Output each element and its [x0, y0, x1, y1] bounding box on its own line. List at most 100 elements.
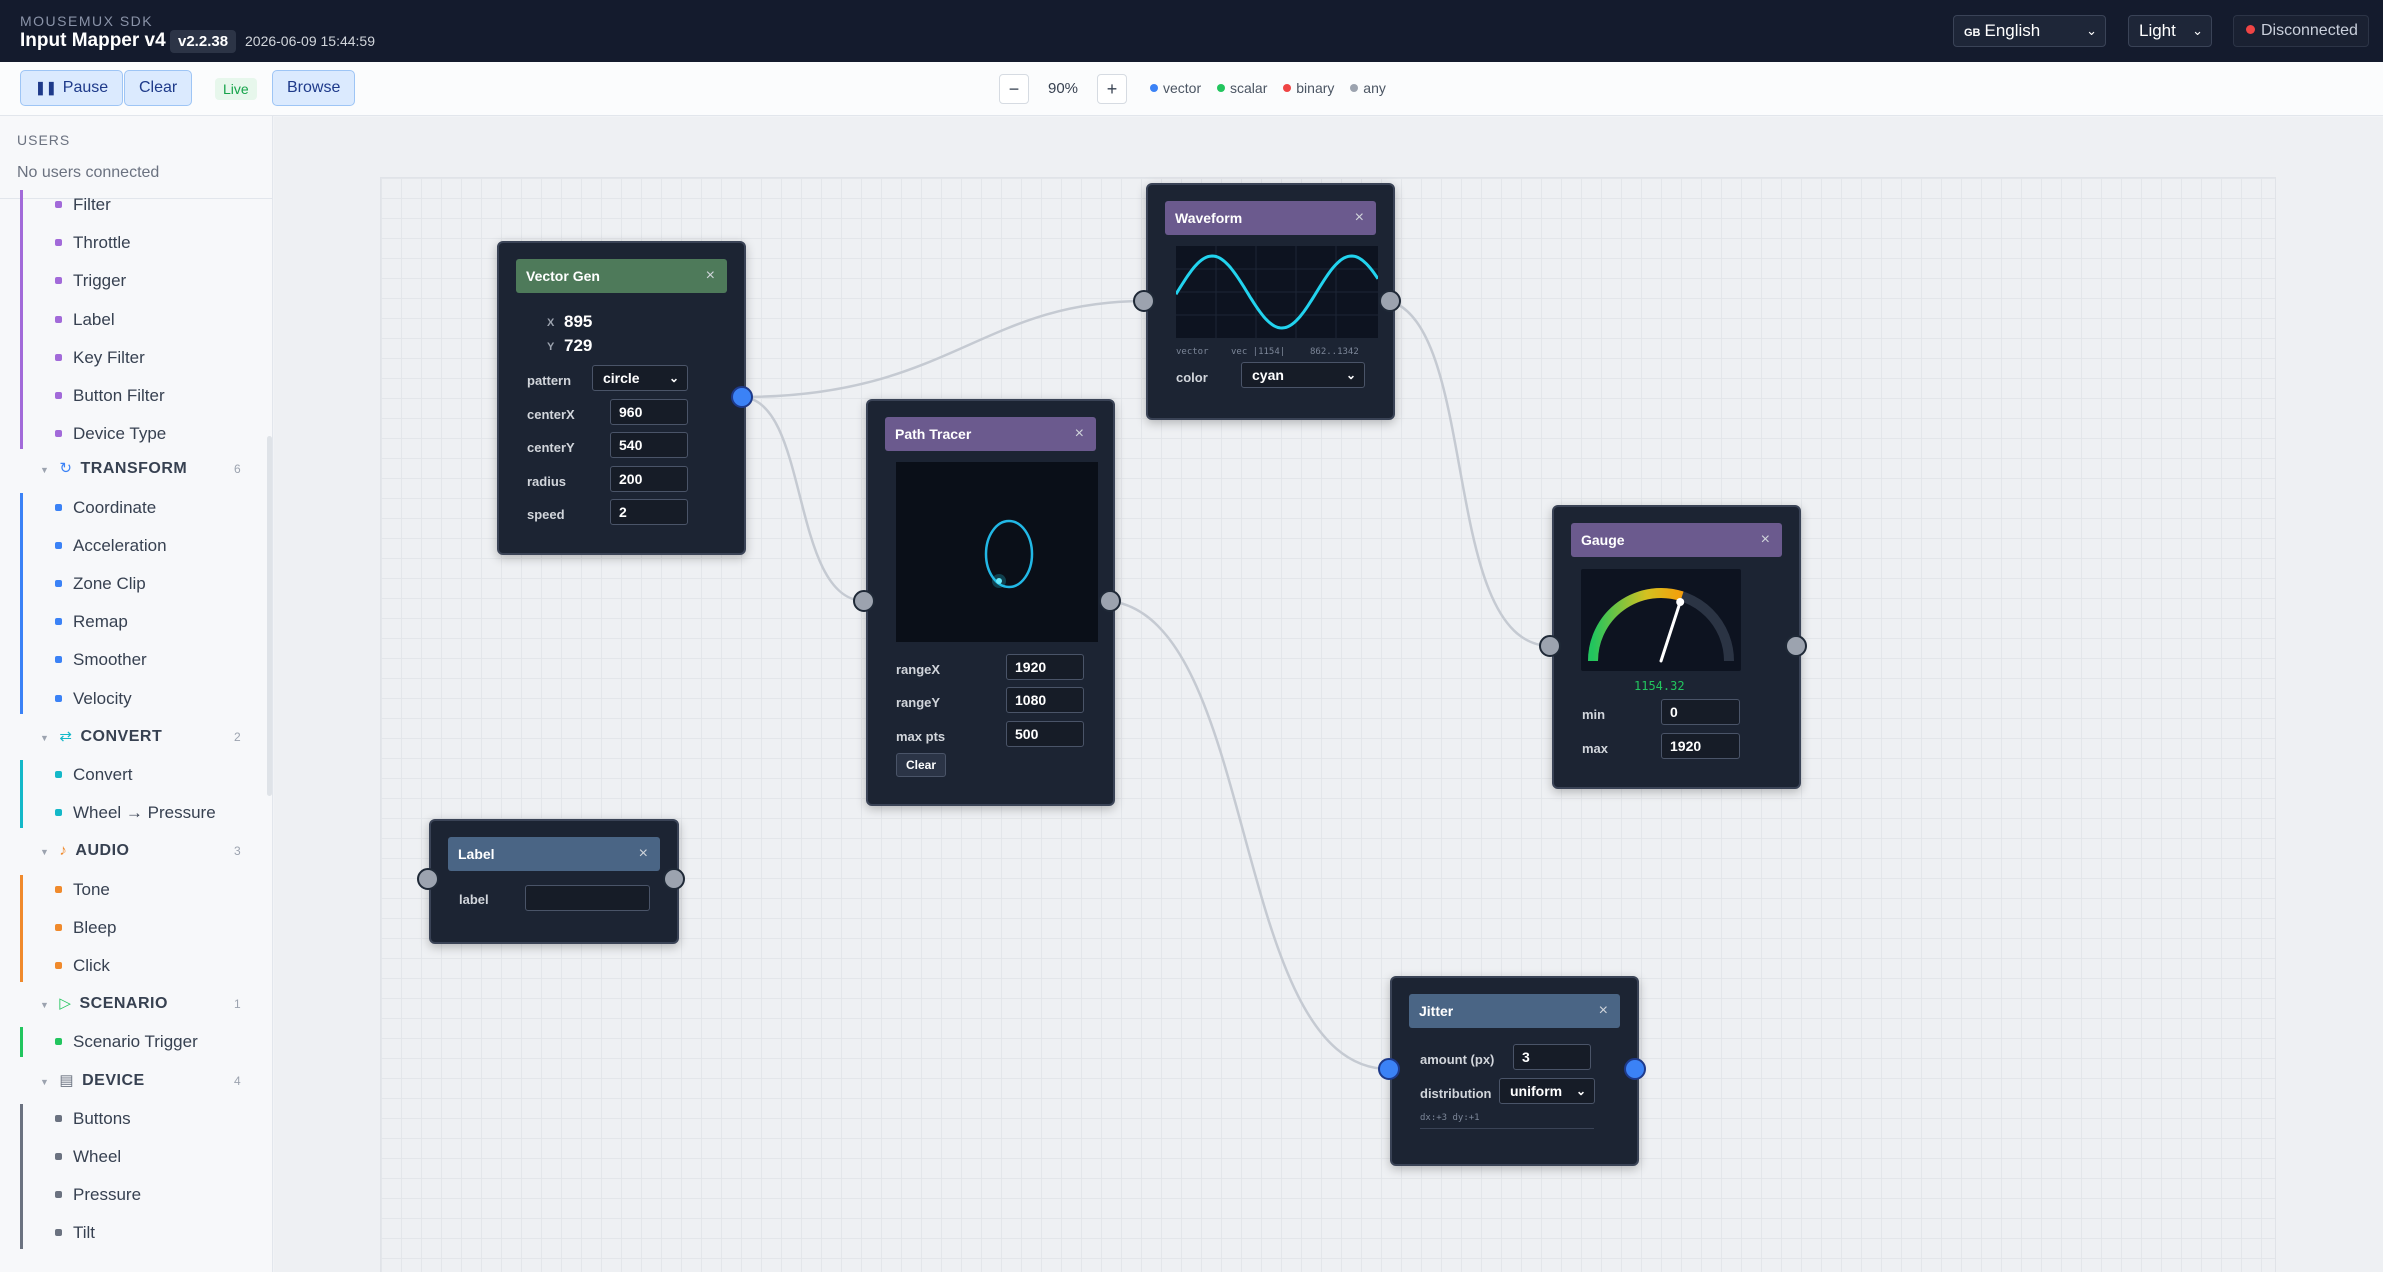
palette-item[interactable]: Trigger	[55, 266, 126, 296]
node-gauge[interactable]: Gauge × 1154.32 min 0 max 1920	[1552, 505, 1801, 789]
node-header[interactable]: Label ×	[448, 837, 660, 871]
label-input-port[interactable]	[417, 868, 439, 890]
category-header-transform[interactable]: ▼ ↻ TRANSFORM	[40, 454, 187, 484]
waveform-input-port[interactable]	[1133, 290, 1155, 312]
rangex-input[interactable]: 1920	[1006, 654, 1084, 680]
radius-label: radius	[527, 474, 567, 489]
gauge-output-port[interactable]	[1785, 635, 1807, 657]
close-icon[interactable]: ×	[706, 259, 715, 293]
category-header-scenario[interactable]: ▼ ▷ SCENARIO	[40, 989, 168, 1019]
palette-item-label: Tone	[73, 880, 110, 899]
node-label[interactable]: Label × label	[429, 819, 679, 944]
palette-item[interactable]: Wheel → Pressure	[55, 798, 216, 828]
browse-button[interactable]: Browse	[272, 70, 356, 106]
jitter-output-port[interactable]	[1624, 1058, 1646, 1080]
zoom-out-button[interactable]: −	[999, 74, 1029, 104]
color-select[interactable]: cyan ⌄	[1241, 362, 1365, 388]
node-jitter[interactable]: Jitter × amount (px) 3 distribution unif…	[1390, 976, 1639, 1166]
node-header[interactable]: Jitter ×	[1409, 994, 1620, 1028]
amount-label: amount (px)	[1420, 1052, 1495, 1067]
palette-item[interactable]: Wheel	[55, 1142, 121, 1172]
palette-item[interactable]: Tilt	[55, 1218, 95, 1248]
palette-item[interactable]: Remap	[55, 607, 128, 637]
waveform-output-port[interactable]	[1379, 290, 1401, 312]
dot-icon	[1217, 84, 1226, 92]
pattern-select[interactable]: circle ⌄	[592, 365, 688, 391]
brand-subtitle: MOUSEMUX SDK	[20, 13, 154, 29]
category-header-audio[interactable]: ▼ ♪ AUDIO	[40, 836, 129, 866]
chevron-down-icon: ⌄	[1575, 1084, 1586, 1098]
palette-item[interactable]: Throttle	[55, 228, 131, 258]
centery-input[interactable]: 540	[610, 432, 688, 458]
node-path-tracer[interactable]: Path Tracer × rangeX 1920 rangeY 1080 ma…	[866, 399, 1115, 806]
timestamp: 2026-06-09 15:44:59	[245, 33, 375, 49]
palette-item[interactable]: Button Filter	[55, 381, 165, 411]
chevron-down-icon: ⌄	[668, 371, 679, 385]
palette-item[interactable]: Coordinate	[55, 493, 156, 523]
pathtracer-output-port[interactable]	[1099, 590, 1121, 612]
palette-item[interactable]: Buttons	[55, 1104, 131, 1134]
vectorgen-output-port[interactable]	[731, 386, 753, 408]
centerx-input[interactable]: 960	[610, 399, 688, 425]
pause-button[interactable]: ❚❚ Pause	[20, 70, 124, 106]
palette-item-label: Tilt	[73, 1223, 96, 1242]
palette-item[interactable]: Smoother	[55, 645, 147, 675]
palette-item[interactable]: Filter	[55, 190, 111, 220]
path-clear-button[interactable]: Clear	[896, 753, 947, 777]
jitter-input-port[interactable]	[1378, 1058, 1400, 1080]
palette-item[interactable]: Scenario Trigger	[55, 1027, 198, 1057]
palette-item[interactable]: Tone	[55, 875, 110, 905]
category-dot-icon	[55, 695, 62, 702]
palette-item[interactable]: Click	[55, 951, 110, 981]
maxpts-input[interactable]: 500	[1006, 721, 1084, 747]
users-section-title: USERS	[17, 132, 71, 148]
radius-input[interactable]: 200	[610, 466, 688, 492]
waveform-footer-left: vector	[1176, 347, 1209, 357]
sidebar-scrollbar[interactable]	[267, 436, 272, 796]
gauge-input-port[interactable]	[1539, 635, 1561, 657]
palette-item[interactable]: Key Filter	[55, 343, 145, 373]
legend-item-any: any	[1350, 80, 1386, 96]
node-vector-gen[interactable]: Vector Gen × X 895 Y 729 pattern circle ⌄…	[497, 241, 746, 555]
palette-item[interactable]: Zone Clip	[55, 569, 146, 599]
category-header-device[interactable]: ▼ ▤ DEVICE	[40, 1066, 145, 1096]
palette-item[interactable]: Device Type	[55, 419, 166, 449]
max-input[interactable]: 1920	[1661, 733, 1740, 759]
app-header: MOUSEMUX SDK Input Mapper v4 v2.2.38 202…	[0, 0, 2383, 62]
palette-item[interactable]: Bleep	[55, 913, 116, 943]
category-dot-icon	[55, 771, 62, 778]
close-icon[interactable]: ×	[1761, 523, 1770, 557]
label-output-port[interactable]	[663, 868, 685, 890]
theme-select[interactable]: Light ⌄	[2128, 15, 2212, 47]
clear-button[interactable]: Clear	[124, 70, 193, 106]
category-dot-icon	[55, 886, 62, 893]
close-icon[interactable]: ×	[1599, 994, 1608, 1028]
category-header-convert[interactable]: ▼ ⇄ CONVERT	[40, 722, 162, 752]
palette-item[interactable]: Label	[55, 305, 115, 335]
category-icon: ♪	[59, 842, 68, 859]
cursor-point	[996, 578, 1002, 584]
node-waveform[interactable]: Waveform × vector vec |1154| 862..1342 c…	[1146, 183, 1395, 420]
close-icon[interactable]: ×	[639, 837, 648, 871]
node-header[interactable]: Gauge ×	[1571, 523, 1782, 557]
palette-item[interactable]: Acceleration	[55, 531, 167, 561]
users-empty-message: No users connected	[17, 164, 160, 181]
label-input[interactable]	[525, 885, 650, 911]
palette-item[interactable]: Velocity	[55, 684, 132, 714]
close-icon[interactable]: ×	[1355, 201, 1364, 235]
language-select[interactable]: GB English ⌄	[1953, 15, 2106, 47]
pathtracer-input-port[interactable]	[853, 590, 875, 612]
min-input[interactable]: 0	[1661, 699, 1740, 725]
amount-input[interactable]: 3	[1513, 1044, 1591, 1070]
palette-item[interactable]: Pressure	[55, 1180, 141, 1210]
node-header[interactable]: Path Tracer ×	[885, 417, 1096, 451]
speed-input[interactable]: 2	[610, 499, 688, 525]
close-icon[interactable]: ×	[1075, 417, 1084, 451]
distribution-select[interactable]: uniform ⌄	[1499, 1078, 1595, 1104]
node-header[interactable]: Waveform ×	[1165, 201, 1376, 235]
rangey-input[interactable]: 1080	[1006, 687, 1084, 713]
palette-item[interactable]: Convert	[55, 760, 133, 790]
zoom-in-button[interactable]: +	[1097, 74, 1127, 104]
max-label: max	[1582, 741, 1609, 756]
node-header[interactable]: Vector Gen ×	[516, 259, 727, 293]
